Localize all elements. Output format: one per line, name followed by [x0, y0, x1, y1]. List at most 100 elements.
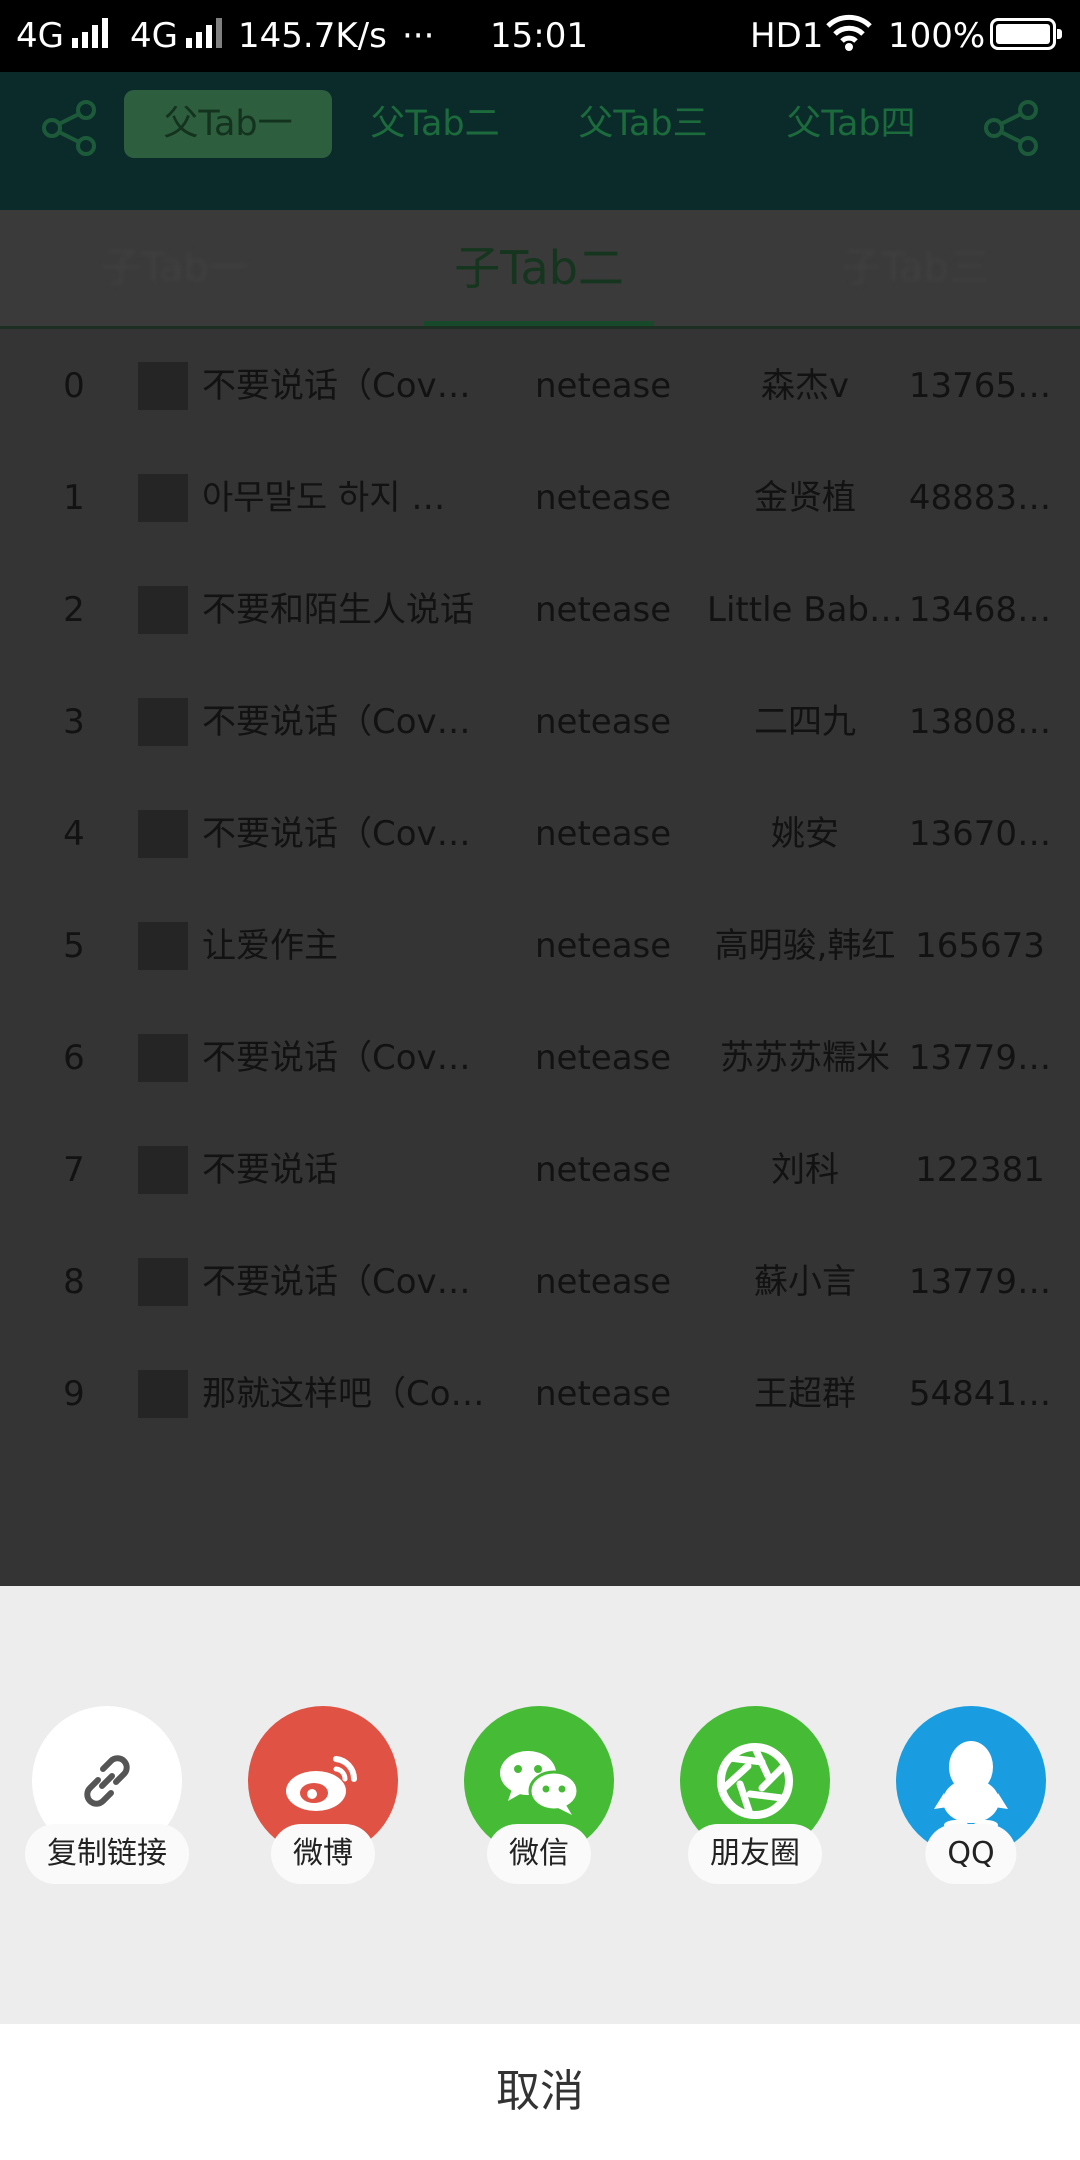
song-row[interactable]: 0 不要说话（Cov… netease 森杰v 13765…: [0, 330, 1080, 442]
song-id: 13808…: [908, 702, 1052, 742]
song-id: 13468…: [908, 590, 1052, 630]
share-option-label: 微博: [271, 1824, 375, 1884]
song-artist: 金贤植: [754, 478, 856, 518]
song-source: netease: [535, 926, 672, 966]
song-index: 5: [63, 926, 85, 966]
album-thumbnail: [138, 1146, 188, 1194]
song-title: 让爱作主: [202, 926, 338, 966]
song-id: 122381: [915, 1150, 1045, 1190]
share-weibo-button[interactable]: 微博: [238, 1706, 408, 1926]
album-thumbnail: [138, 1258, 188, 1306]
song-artist: 蘇小言: [754, 1262, 856, 1302]
song-title: 不要说话（Cov…: [202, 366, 471, 406]
sub-tab-2[interactable]: 子Tab二: [424, 210, 654, 326]
share-icon[interactable]: [980, 96, 1044, 160]
song-row[interactable]: 2 不要和陌生人说话 netease Little Bab… 13468…: [0, 554, 1080, 666]
parent-tab-2[interactable]: 父Tab二: [350, 90, 520, 158]
song-source: netease: [535, 702, 672, 742]
song-title: 不要说话（Cov…: [202, 1038, 471, 1078]
share-option-label: QQ: [925, 1824, 1017, 1884]
share-qq-button[interactable]: QQ: [886, 1706, 1056, 1926]
song-source: netease: [535, 1262, 672, 1302]
song-source: netease: [535, 1038, 672, 1078]
song-index: 1: [63, 478, 85, 518]
song-row[interactable]: 9 那就这样吧（Co… netease 王超群 54841…: [0, 1338, 1080, 1450]
sub-tab-bar: 子Tab一 子Tab二 子Tab三: [0, 210, 1080, 329]
parent-tab-3[interactable]: 父Tab三: [558, 90, 728, 158]
sub-tab-3[interactable]: 子Tab三: [800, 210, 1030, 326]
network-type-1: 4G: [16, 16, 64, 56]
song-source: netease: [535, 478, 672, 518]
song-id: 13779…: [908, 1262, 1052, 1302]
status-bar: 4G 4G 145.7K/s ··· 15:01 HD1 100%: [0, 0, 1080, 72]
song-index: 6: [63, 1038, 85, 1078]
song-index: 4: [63, 814, 85, 854]
more-dots: ···: [402, 16, 435, 56]
song-row[interactable]: 6 不要说话（Cov… netease 苏苏苏糯米 13779…: [0, 1002, 1080, 1114]
share-wechat-button[interactable]: 微信: [454, 1706, 624, 1926]
parent-tab-1[interactable]: 父Tab一: [124, 90, 332, 158]
cancel-button[interactable]: 取消: [0, 2024, 1080, 2160]
album-thumbnail: [138, 922, 188, 970]
song-index: 9: [63, 1374, 85, 1414]
song-title: 不要说话（Cov…: [202, 814, 471, 854]
album-thumbnail: [138, 698, 188, 746]
song-row[interactable]: 1 아무말도 하지 … netease 金贤植 48883…: [0, 442, 1080, 554]
signal-icon-1: [72, 18, 108, 48]
share-icon[interactable]: [38, 96, 102, 160]
album-thumbnail: [138, 810, 188, 858]
signal-icon-2: [186, 18, 222, 48]
song-title: 不要和陌生人说话: [202, 590, 474, 630]
song-artist: 苏苏苏糯米: [720, 1038, 890, 1078]
song-source: netease: [535, 1150, 672, 1190]
song-row[interactable]: 5 让爱作主 netease 高明骏,韩红 165673: [0, 890, 1080, 1002]
song-row[interactable]: 7 不要说话 netease 刘科 122381: [0, 1114, 1080, 1226]
song-title: 不要说话: [202, 1150, 338, 1190]
song-index: 0: [63, 366, 85, 406]
song-id: 165673: [915, 926, 1045, 966]
parent-tab-4[interactable]: 父Tab四: [766, 90, 936, 158]
song-artist: 森杰v: [760, 366, 850, 406]
wifi-icon: [826, 14, 872, 51]
share-option-label: 微信: [487, 1824, 591, 1884]
song-artist: 刘科: [771, 1150, 839, 1190]
song-artist: 王超群: [754, 1374, 856, 1414]
battery-icon: [990, 18, 1062, 50]
song-index: 7: [63, 1150, 85, 1190]
share-option-label: 复制链接: [25, 1824, 189, 1884]
song-row[interactable]: 3 不要说话（Cov… netease 二四九 13808…: [0, 666, 1080, 778]
song-source: netease: [535, 590, 672, 630]
share-moments-button[interactable]: 朋友圈: [670, 1706, 840, 1926]
song-source: netease: [535, 366, 672, 406]
battery-percent: 100%: [888, 16, 986, 56]
song-row[interactable]: 4 不要说话（Cov… netease 姚安 13670…: [0, 778, 1080, 890]
album-thumbnail: [138, 474, 188, 522]
song-id: 13779…: [908, 1038, 1052, 1078]
sub-tab-1[interactable]: 子Tab一: [60, 210, 290, 326]
share-option-label: 朋友圈: [688, 1824, 822, 1884]
song-id: 48883…: [908, 478, 1052, 518]
share-copy-link-button[interactable]: 复制链接: [22, 1706, 192, 1926]
song-title: 不要说话（Cov…: [202, 1262, 471, 1302]
hd-indicator: HD1: [750, 16, 824, 56]
song-source: netease: [535, 814, 672, 854]
song-artist: 二四九: [754, 702, 856, 742]
active-tab-indicator: [424, 321, 654, 326]
album-thumbnail: [138, 586, 188, 634]
album-thumbnail: [138, 1034, 188, 1082]
song-source: netease: [535, 1374, 672, 1414]
app-header: 父Tab一 父Tab二 父Tab三 父Tab四: [0, 72, 1080, 210]
song-title: 아무말도 하지 …: [202, 478, 446, 518]
network-speed: 145.7K/s: [238, 16, 387, 56]
album-thumbnail: [138, 1370, 188, 1418]
network-type-2: 4G: [130, 16, 178, 56]
song-id: 13670…: [908, 814, 1052, 854]
song-title: 那就这样吧（Co…: [202, 1374, 485, 1414]
song-id: 54841…: [908, 1374, 1052, 1414]
song-row[interactable]: 8 不要说话（Cov… netease 蘇小言 13779…: [0, 1226, 1080, 1338]
song-artist: 姚安: [771, 814, 839, 854]
clock: 15:01: [490, 16, 588, 56]
song-artist: Little Bab…: [707, 590, 903, 630]
song-index: 2: [63, 590, 85, 630]
song-index: 3: [63, 702, 85, 742]
